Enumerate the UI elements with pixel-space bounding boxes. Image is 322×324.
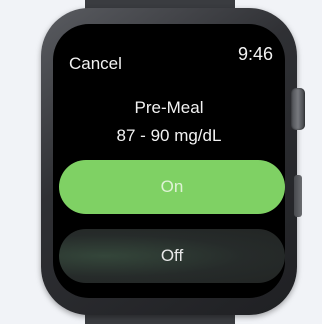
off-button[interactable]: Off <box>59 229 285 283</box>
glucose-range: 87 - 90 mg/dL <box>116 126 222 145</box>
digital-crown[interactable] <box>291 88 305 130</box>
off-button-label: Off <box>160 246 184 265</box>
clock-time: 9:46 <box>237 44 273 64</box>
watch-screen: Cancel 9:46 Pre-Meal 87 - 90 mg/dL On Of… <box>53 24 285 298</box>
cancel-button[interactable]: Cancel <box>69 54 122 74</box>
reminder-title: Pre-Meal <box>134 98 204 117</box>
side-button[interactable] <box>294 175 302 217</box>
on-button[interactable]: On <box>59 160 285 214</box>
on-button-label: On <box>160 177 184 196</box>
